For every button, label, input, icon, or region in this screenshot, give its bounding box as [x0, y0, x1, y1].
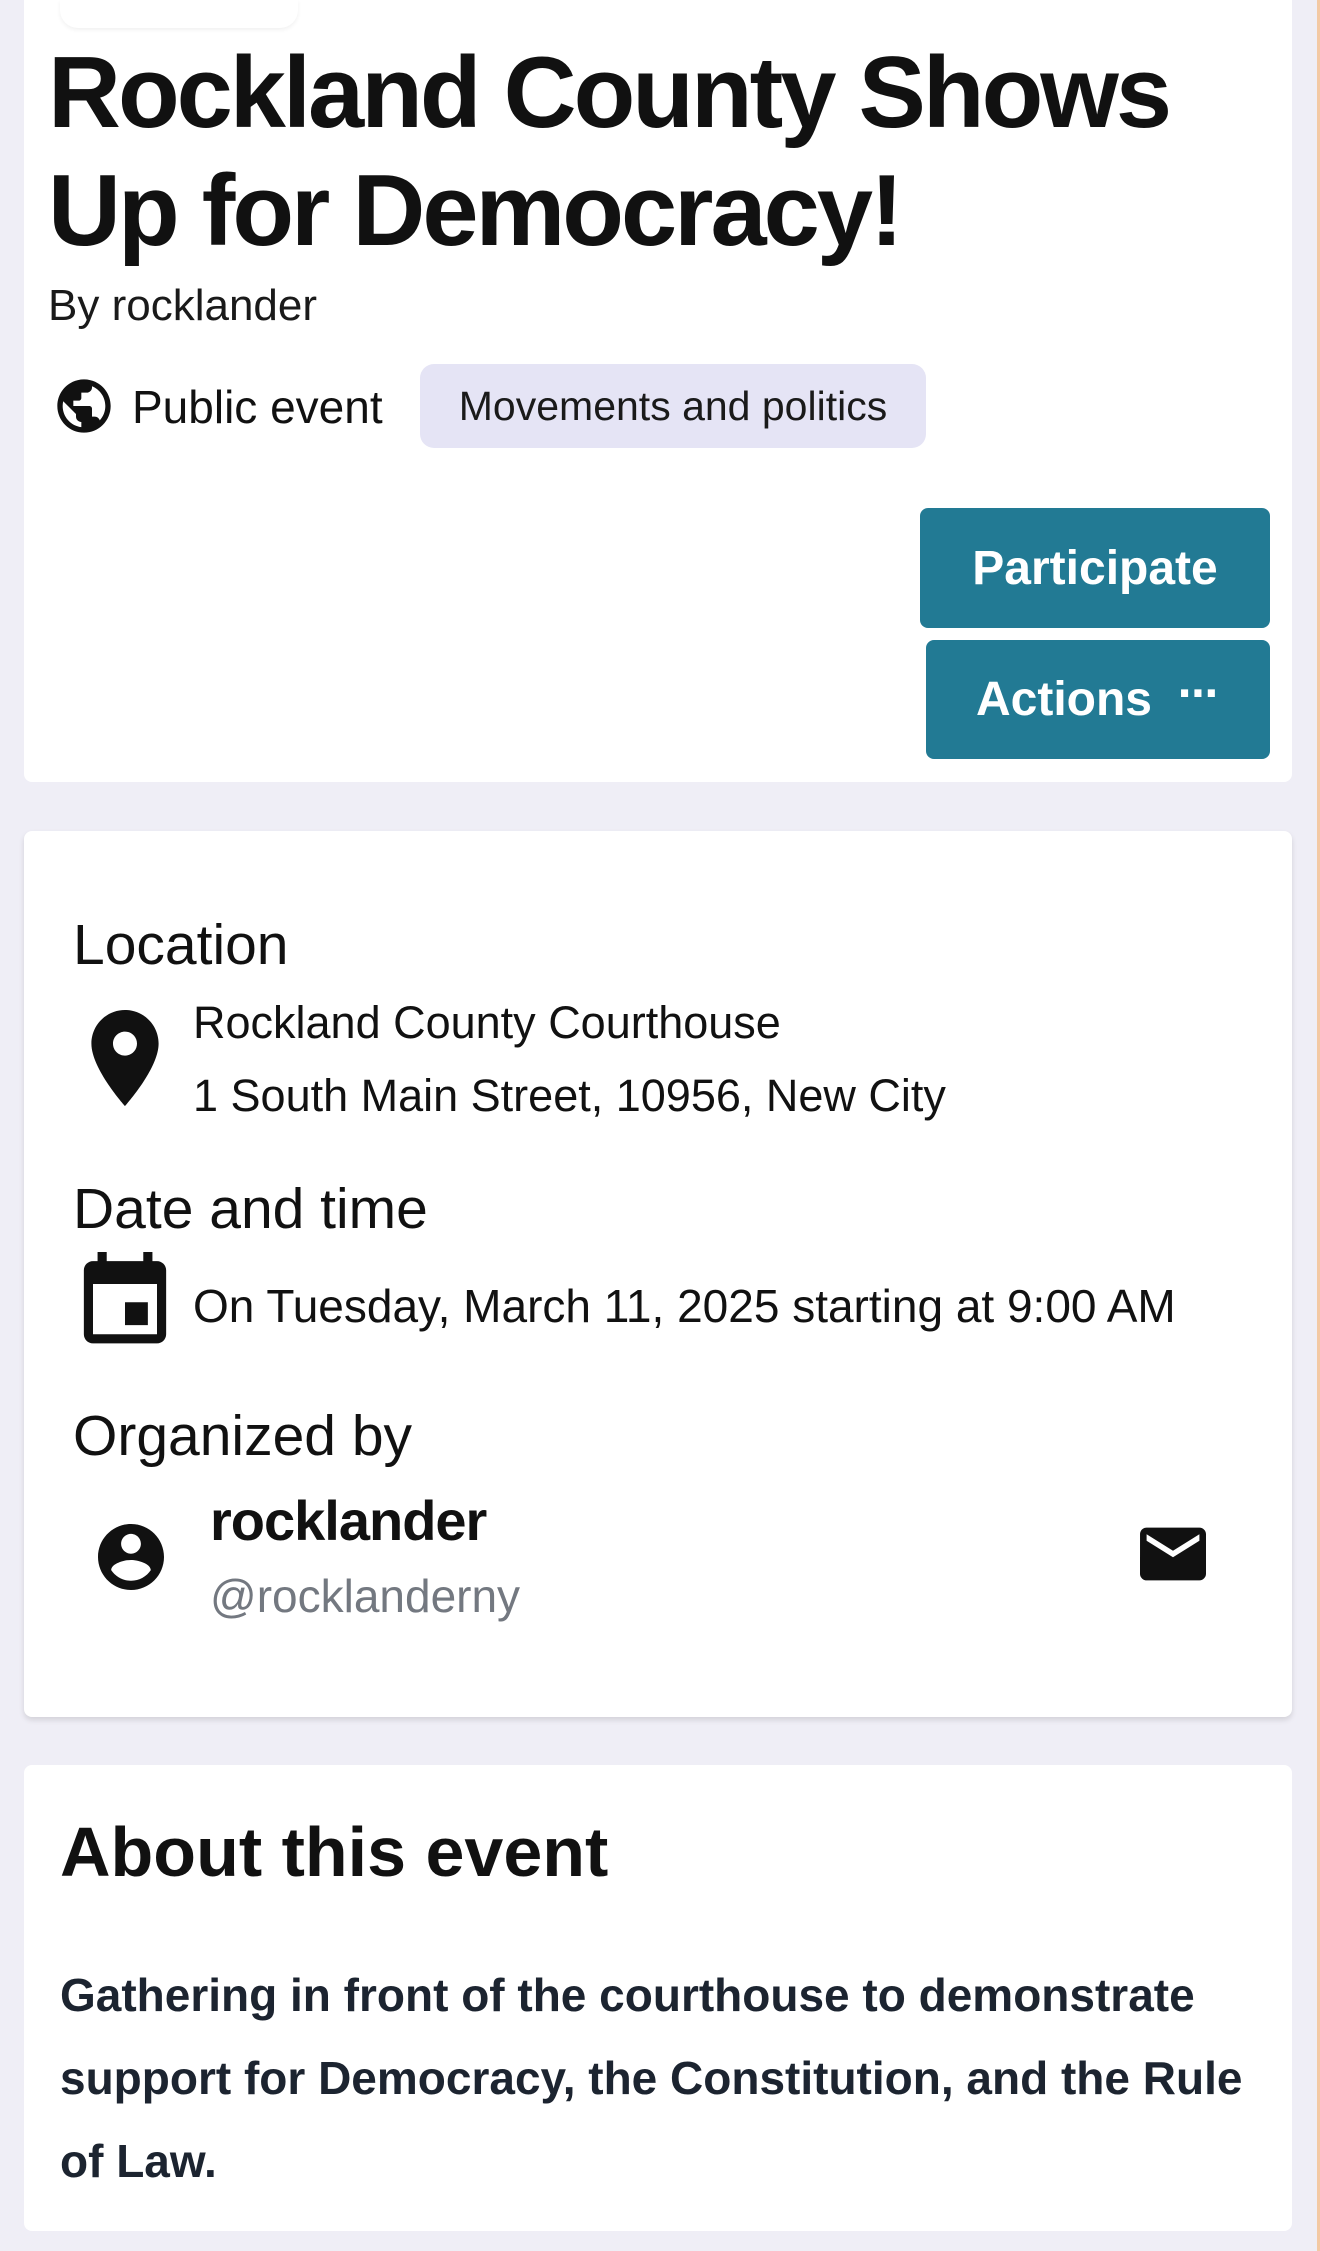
about-description: Gathering in front of the courthouse to … — [60, 1969, 1243, 2187]
organizer-name[interactable]: rocklander — [210, 1488, 487, 1554]
map-pin-icon — [91, 1010, 159, 1106]
top-tab — [60, 0, 298, 28]
event-byline: By rocklander — [48, 281, 318, 330]
actions-button[interactable]: Actions ⋯ — [926, 640, 1270, 759]
participate-button[interactable]: Participate — [920, 508, 1270, 628]
location-address[interactable]: 1 South Main Street, 10956, New City — [193, 1068, 946, 1124]
organizer-handle: @rocklanderny — [210, 1570, 521, 1622]
more-dots-icon: ⋯ — [1178, 671, 1220, 716]
organizer-label: Organized by — [73, 1404, 413, 1468]
category-tag[interactable]: Movements and politics — [420, 364, 926, 448]
visibility-label: Public event — [132, 381, 383, 433]
event-datetime: On Tuesday, March 11, 2025 starting at 9… — [193, 1280, 1176, 1332]
calendar-icon — [83, 1252, 167, 1344]
participate-button-label: Participate — [972, 541, 1218, 595]
actions-button-label: Actions — [975, 673, 1152, 726]
mail-icon[interactable] — [1140, 1526, 1206, 1582]
location-label: Location — [73, 913, 289, 977]
location-name[interactable]: Rockland County Courthouse — [193, 995, 781, 1051]
date-label: Date and time — [73, 1177, 428, 1241]
account-circle-icon — [98, 1524, 164, 1590]
event-title: Rockland County Shows Up for Democracy! — [48, 37, 1172, 267]
about-title: About this event — [60, 1813, 609, 1891]
globe-icon — [57, 379, 111, 433]
